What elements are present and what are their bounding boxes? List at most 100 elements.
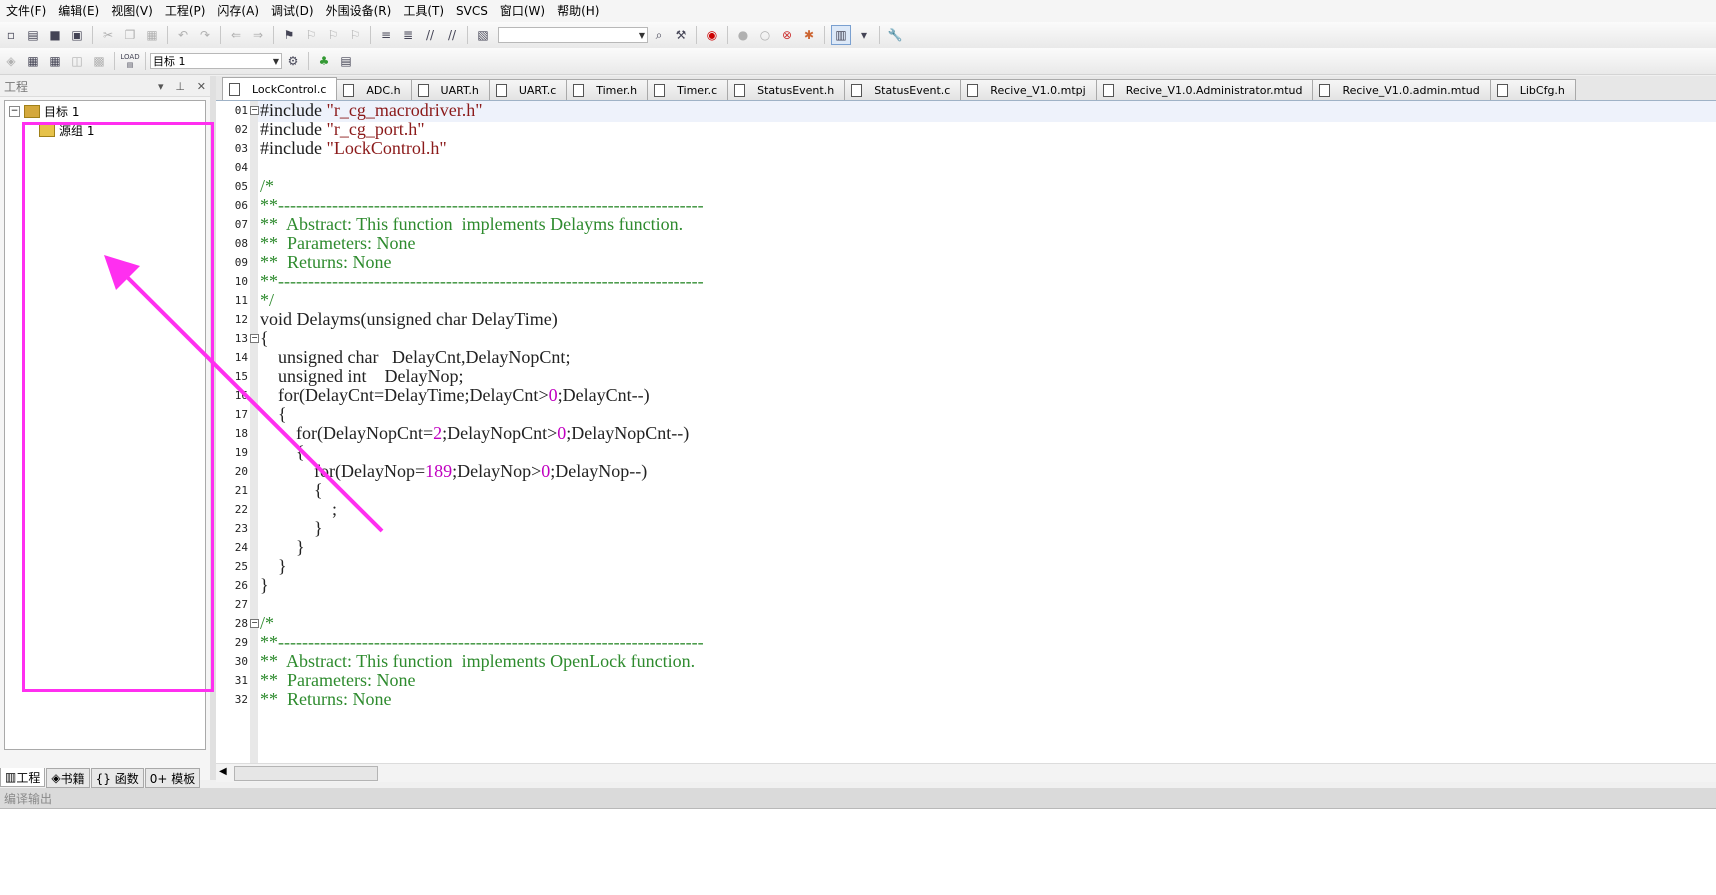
save-icon[interactable]: ■: [46, 26, 64, 44]
tab-functions[interactable]: {} 函数: [90, 768, 144, 788]
comment-icon[interactable]: //: [421, 26, 439, 44]
line-number: 09: [234, 256, 248, 269]
collapse-icon[interactable]: −: [9, 106, 20, 117]
line-number: 20: [234, 465, 248, 478]
menu-project[interactable]: 工程(P): [159, 0, 212, 22]
save-all-icon[interactable]: ▣: [68, 26, 86, 44]
tab-file[interactable]: Recive_V1.0.mtpj: [960, 79, 1097, 100]
toolbar-separator: [167, 26, 168, 44]
code-line: **--------------------------------------…: [260, 632, 704, 652]
target-options-icon[interactable]: ⚙: [284, 52, 302, 70]
close-icon[interactable]: ✕: [197, 80, 206, 93]
file-extensions-icon[interactable]: ▤: [337, 52, 355, 70]
line-number: 10: [234, 275, 248, 288]
pane-menu-icon[interactable]: ▾: [158, 80, 164, 93]
fold-toggle-icon[interactable]: −: [250, 334, 259, 343]
tree-item-target[interactable]: − 目标 1: [9, 103, 79, 120]
tab-file[interactable]: StatusEvent.h: [727, 79, 846, 100]
project-tree: − 目标 1 源组 1: [4, 100, 206, 750]
breakpoint-kill-icon[interactable]: ✱: [800, 26, 818, 44]
load-icon[interactable]: LOAD ▤: [120, 52, 139, 70]
file-icon: [1496, 83, 1508, 97]
project-tab-icon: ▥: [5, 770, 17, 784]
breakpoint-icon[interactable]: ●: [734, 26, 752, 44]
fold-toggle-icon[interactable]: −: [250, 106, 259, 115]
unindent-icon[interactable]: ≣: [399, 26, 417, 44]
tab-file[interactable]: Timer.c: [647, 79, 729, 100]
pin-icon[interactable]: ⊥: [175, 80, 185, 93]
tab-file[interactable]: Timer.h: [566, 79, 649, 100]
build-icon[interactable]: ▦: [24, 52, 42, 70]
copy-icon[interactable]: ❐: [121, 26, 139, 44]
paste-icon[interactable]: ▦: [143, 26, 161, 44]
bookmark-prev-icon[interactable]: ⚐: [302, 26, 320, 44]
debug-start-icon[interactable]: ◉: [703, 26, 721, 44]
new-file-icon[interactable]: ▫: [2, 26, 20, 44]
toolbar-separator: [727, 26, 728, 44]
uncomment-icon[interactable]: //: [443, 26, 461, 44]
compile-icon[interactable]: ◈: [2, 52, 20, 70]
main-toolbar: ▫ ▤ ■ ▣ ✂ ❐ ▦ ↶ ↷ ⇐ ⇒ ⚑ ⚐ ⚐ ⚐ ≡ ≣ // // …: [0, 22, 1716, 49]
menu-file[interactable]: 文件(F): [0, 0, 52, 22]
menu-window[interactable]: 窗口(W): [494, 0, 551, 22]
tab-templates[interactable]: 0+ 模板: [144, 768, 201, 788]
indent-icon[interactable]: ≡: [377, 26, 395, 44]
wrench-icon[interactable]: 🔧: [886, 26, 904, 44]
bookmark-icon[interactable]: ⚑: [280, 26, 298, 44]
scroll-left-icon[interactable]: ◀: [219, 766, 227, 777]
batch-build-icon[interactable]: ◫: [68, 52, 86, 70]
tab-file-label: UART.h: [440, 83, 479, 97]
breakpoint-clear-icon[interactable]: ⊗: [778, 26, 796, 44]
output-pane[interactable]: [0, 808, 1716, 895]
code-line: /*: [260, 613, 275, 633]
editor-horizontal-scrollbar[interactable]: ◀: [216, 763, 1716, 782]
tab-file[interactable]: UART.h: [410, 79, 490, 100]
menu-tools[interactable]: 工具(T): [397, 0, 450, 22]
undo-icon[interactable]: ↶: [174, 26, 192, 44]
scrollbar-thumb[interactable]: [234, 766, 378, 781]
cut-icon[interactable]: ✂: [99, 26, 117, 44]
tree-item-source-group[interactable]: 源组 1: [39, 122, 94, 139]
menu-edit[interactable]: 编辑(E): [52, 0, 105, 22]
window-layout-icon[interactable]: ▥: [831, 25, 851, 45]
tab-file[interactable]: Recive_V1.0.admin.mtud: [1312, 79, 1491, 100]
code-line: }: [260, 537, 305, 557]
tab-project[interactable]: ▥ 工程: [0, 768, 46, 787]
bookmark-next-icon[interactable]: ⚐: [324, 26, 342, 44]
layout-dropdown-icon[interactable]: ▾: [855, 26, 873, 44]
rebuild-icon[interactable]: ▦: [46, 52, 64, 70]
open-folder-icon[interactable]: ▤: [24, 26, 42, 44]
bookmark-clear-icon[interactable]: ⚐: [346, 26, 364, 44]
tab-file[interactable]: StatusEvent.c: [844, 79, 962, 100]
nav-back-icon[interactable]: ⇐: [227, 26, 245, 44]
tab-file[interactable]: LockControl.c: [222, 77, 338, 100]
tab-file[interactable]: ADC.h: [336, 79, 412, 100]
tab-books[interactable]: ◈ 书籍: [46, 768, 90, 788]
tab-file[interactable]: LibCfg.h: [1489, 79, 1576, 100]
menu-svcs[interactable]: SVCS: [450, 0, 494, 22]
code-line: unsigned char DelayCnt,DelayNopCnt;: [260, 347, 571, 367]
line-number: 11: [234, 294, 248, 307]
find-icon[interactable]: ⌕: [650, 26, 668, 44]
menu-view[interactable]: 视图(V): [105, 0, 159, 22]
menu-debug[interactable]: 调试(D): [265, 0, 320, 22]
line-number: 07: [234, 218, 248, 231]
find-in-files-icon[interactable]: ▧: [474, 26, 492, 44]
search-combo[interactable]: ▼: [498, 27, 648, 43]
menu-peripherals[interactable]: 外围设备(R): [320, 0, 398, 22]
replace-icon[interactable]: ⚒: [672, 26, 690, 44]
menu-help[interactable]: 帮助(H): [551, 0, 605, 22]
tab-file-label: Recive_V1.0.mtpj: [990, 83, 1086, 97]
manage-components-icon[interactable]: ♣: [315, 52, 333, 70]
target-select[interactable]: 目标 1 ▼: [150, 53, 282, 69]
fold-toggle-icon[interactable]: −: [250, 619, 259, 628]
tab-file[interactable]: UART.c: [488, 79, 568, 100]
menu-flash[interactable]: 闪存(A): [211, 0, 265, 22]
nav-forward-icon[interactable]: ⇒: [249, 26, 267, 44]
code-editor[interactable]: 01 #include "r_cg_macrodriver.h" 02 #includ…: [216, 101, 1716, 763]
tab-file[interactable]: Recive_V1.0.Administrator.mtud: [1095, 79, 1314, 100]
line-number: 17: [234, 408, 248, 421]
redo-icon[interactable]: ↷: [196, 26, 214, 44]
breakpoint-disable-icon[interactable]: ○: [756, 26, 774, 44]
stop-build-icon[interactable]: ▩: [90, 52, 108, 70]
